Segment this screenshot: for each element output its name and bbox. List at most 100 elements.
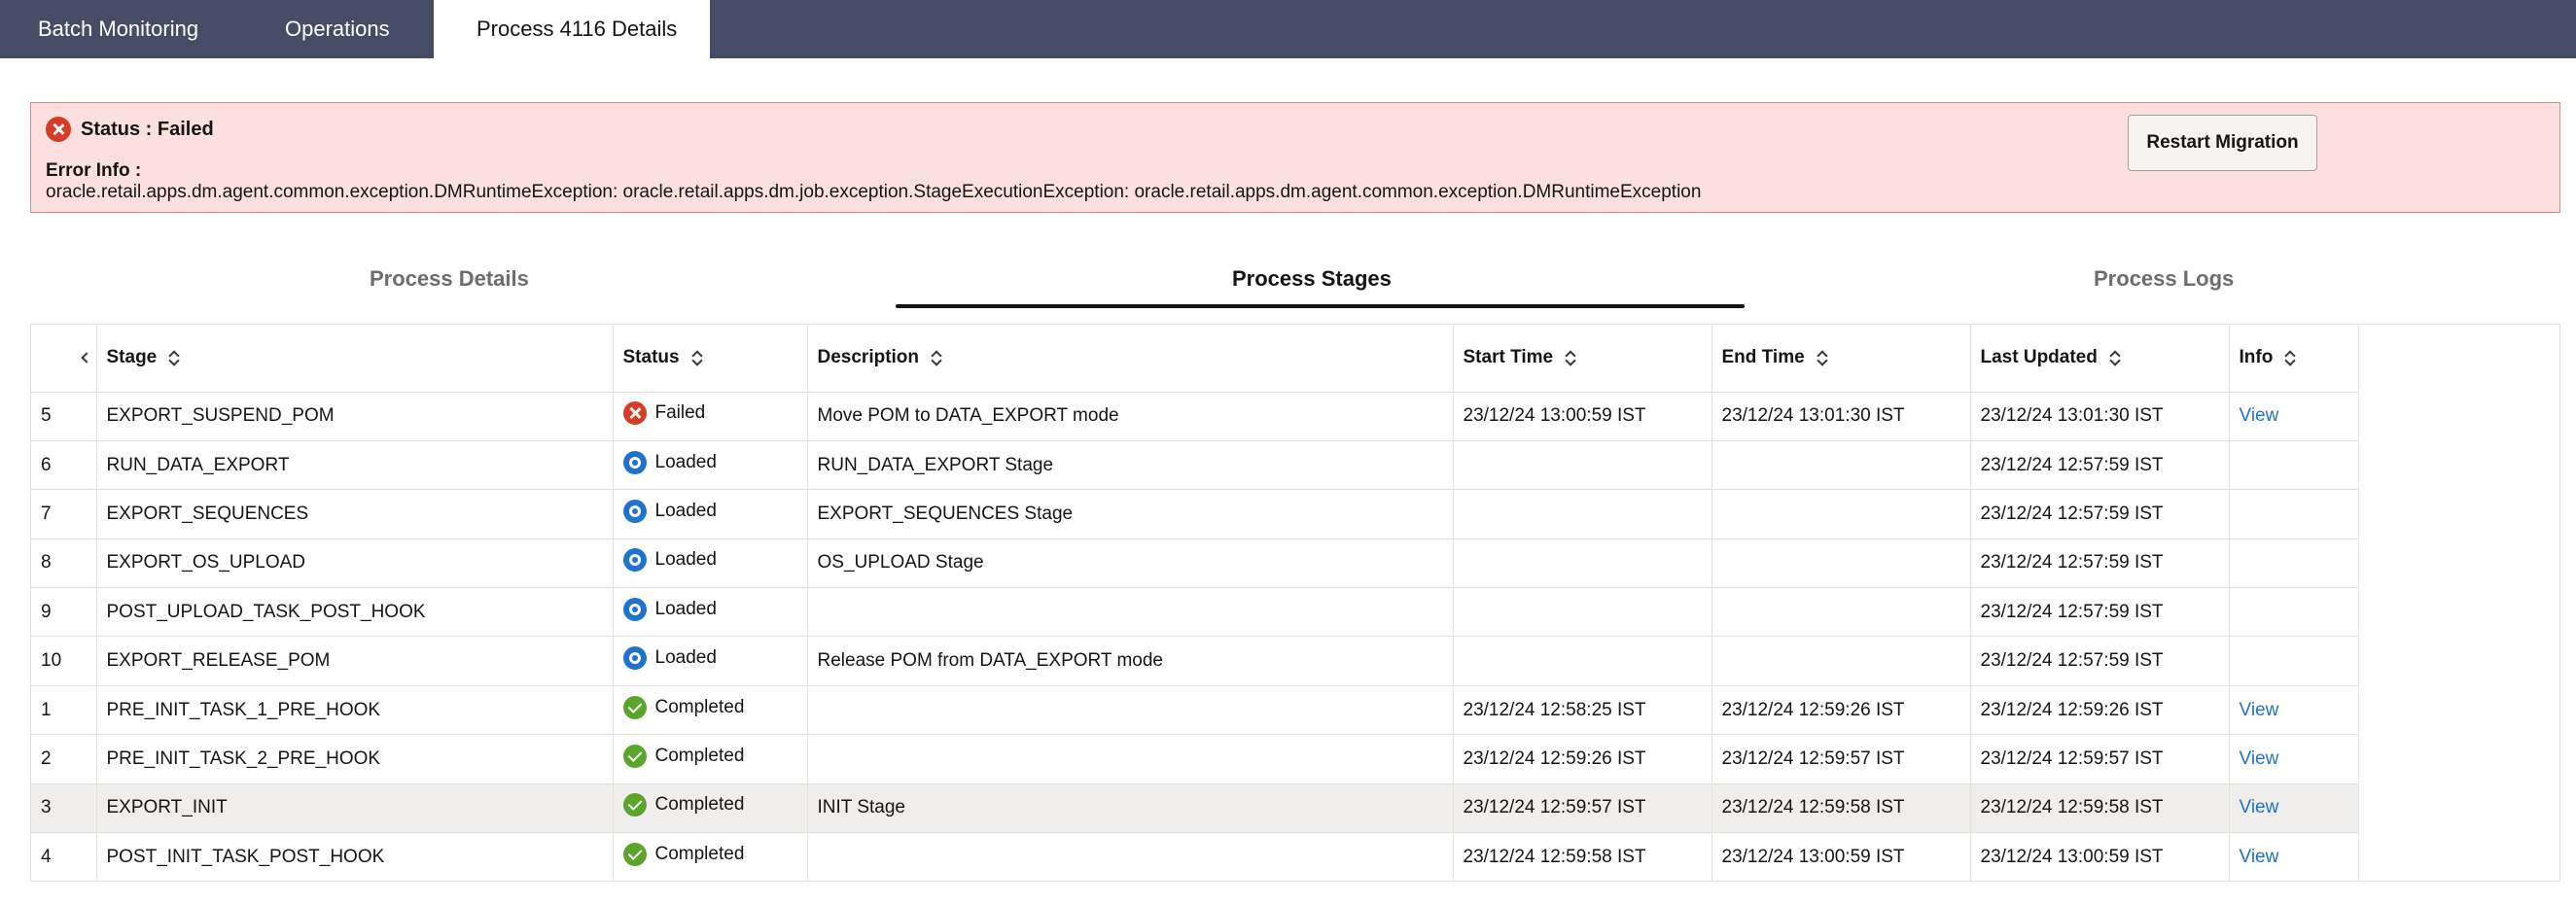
sort-icon xyxy=(80,350,91,365)
status-cell: Loaded xyxy=(613,440,808,491)
completed-status-icon xyxy=(622,842,647,866)
status-text: Completed xyxy=(654,794,745,816)
status-row: Status : Failed xyxy=(46,117,214,142)
description: RUN_DATA_EXPORT Stage xyxy=(807,440,1454,491)
row-number: 10 xyxy=(31,636,97,686)
sort-icon xyxy=(2109,350,2121,365)
stage-name: RUN_DATA_EXPORT xyxy=(96,440,614,491)
loaded-status-icon xyxy=(622,548,647,573)
error-banner: Status : Failed Error Info : oracle.reta… xyxy=(30,102,2560,213)
active-tab-indicator xyxy=(896,304,1745,308)
view-link[interactable]: View xyxy=(2240,748,2279,769)
failed-status-icon xyxy=(622,401,647,426)
error-info-label: Error Info : xyxy=(46,160,142,181)
description: OS_UPLOAD Stage xyxy=(807,539,1454,589)
table-row[interactable]: 2 PRE_INIT_TASK_2_PRE_HOOK Completed 23/12/… xyxy=(31,734,2359,784)
description xyxy=(807,832,1454,883)
table-row[interactable]: 10 EXPORT_RELEASE_POM Loaded Release POM fr… xyxy=(31,636,2359,686)
table-row[interactable]: 4 POST_INIT_TASK_POST_HOOK Completed 23/12/… xyxy=(31,832,2359,883)
view-link[interactable]: View xyxy=(2240,797,2279,817)
start-time xyxy=(1453,636,1712,686)
loaded-status-icon xyxy=(622,646,647,671)
completed-status-icon xyxy=(622,695,647,719)
tab-process-details[interactable]: Process 4116 Details xyxy=(434,0,710,58)
header-info[interactable]: Info xyxy=(2229,325,2359,393)
last-updated: 23/12/24 12:57:59 IST xyxy=(1970,489,2230,539)
table-row[interactable]: 7 EXPORT_SEQUENCES Loaded EXPORT_SEQUENCES … xyxy=(31,489,2359,539)
row-number: 3 xyxy=(31,783,97,834)
start-time: 23/12/24 12:58:25 IST xyxy=(1453,685,1712,736)
info-cell xyxy=(2229,636,2359,686)
loaded-status-icon xyxy=(622,499,647,523)
start-time: 23/12/24 12:59:57 IST xyxy=(1453,783,1712,834)
view-link[interactable]: View xyxy=(2240,847,2279,867)
start-time xyxy=(1453,539,1712,589)
start-time: 23/12/24 13:00:59 IST xyxy=(1453,392,1712,441)
tab-operations[interactable]: Operations xyxy=(243,0,434,58)
view-link[interactable]: View xyxy=(2240,700,2279,720)
info-cell: View xyxy=(2229,734,2359,784)
status-text: Completed xyxy=(654,843,745,864)
info-cell xyxy=(2229,587,2359,638)
row-number: 6 xyxy=(31,440,97,491)
status-text: Completed xyxy=(654,745,745,766)
subtab-process-stages[interactable]: Process Stages xyxy=(1232,266,1392,292)
sort-icon xyxy=(168,350,180,365)
header-start-time[interactable]: Start Time xyxy=(1453,325,1712,393)
stages-table: Stage Status Description Start Time End … xyxy=(31,325,2359,883)
sort-icon xyxy=(1817,350,1828,365)
table-row[interactable]: 1 PRE_INIT_TASK_1_PRE_HOOK Completed 23/12/… xyxy=(31,685,2359,736)
status-text: Loaded xyxy=(654,598,717,619)
info-cell xyxy=(2229,440,2359,491)
last-updated: 23/12/24 13:01:30 IST xyxy=(1970,392,2230,441)
top-tab-bar: Batch Monitoring Operations Process 4116… xyxy=(0,0,2576,58)
loaded-status-icon xyxy=(622,597,647,621)
last-updated: 23/12/24 13:00:59 IST xyxy=(1970,832,2230,883)
loaded-status-icon xyxy=(622,450,647,474)
status-cell: Loaded xyxy=(613,489,808,539)
stage-name: EXPORT_OS_UPLOAD xyxy=(96,539,614,589)
row-number: 9 xyxy=(31,587,97,638)
end-time xyxy=(1711,489,1971,539)
view-link[interactable]: View xyxy=(2240,405,2279,426)
header-stage[interactable]: Stage xyxy=(96,325,614,393)
status-cell: Completed xyxy=(613,734,808,784)
header-number[interactable] xyxy=(31,325,97,393)
stage-name: POST_UPLOAD_TASK_POST_HOOK xyxy=(96,587,614,638)
start-time: 23/12/24 12:59:58 IST xyxy=(1453,832,1712,883)
completed-status-icon xyxy=(622,793,647,817)
table-row[interactable]: 6 RUN_DATA_EXPORT Loaded RUN_DATA_EXPORT St… xyxy=(31,440,2359,491)
info-cell xyxy=(2229,489,2359,539)
table-row[interactable]: 5 EXPORT_SUSPEND_POM Failed Move POM to DAT… xyxy=(31,392,2359,441)
row-number: 1 xyxy=(31,685,97,736)
status-text: Loaded xyxy=(654,549,717,571)
header-description[interactable]: Description xyxy=(807,325,1454,393)
header-last-updated[interactable]: Last Updated xyxy=(1970,325,2230,393)
sort-icon xyxy=(2284,350,2296,365)
subtab-process-logs[interactable]: Process Logs xyxy=(2094,266,2234,292)
status-cell: Completed xyxy=(613,685,808,736)
header-status[interactable]: Status xyxy=(613,325,808,393)
start-time xyxy=(1453,489,1712,539)
info-cell: View xyxy=(2229,685,2359,736)
row-number: 8 xyxy=(31,539,97,589)
restart-migration-button[interactable]: Restart Migration xyxy=(2128,115,2317,171)
tab-batch-monitoring[interactable]: Batch Monitoring xyxy=(0,0,243,58)
header-end-time[interactable]: End Time xyxy=(1711,325,1971,393)
subtab-process-details[interactable]: Process Details xyxy=(370,266,529,292)
description xyxy=(807,587,1454,638)
description xyxy=(807,685,1454,736)
end-time xyxy=(1711,587,1971,638)
start-time xyxy=(1453,440,1712,491)
row-number: 4 xyxy=(31,832,97,883)
description xyxy=(807,734,1454,784)
last-updated: 23/12/24 12:59:26 IST xyxy=(1970,685,2230,736)
row-number: 2 xyxy=(31,734,97,784)
table-row[interactable]: 9 POST_UPLOAD_TASK_POST_HOOK Loaded 23/12/2… xyxy=(31,587,2359,638)
table-row[interactable]: 3 EXPORT_INIT Completed INIT Stage 23/12/24 … xyxy=(31,783,2359,834)
table-row[interactable]: 8 EXPORT_OS_UPLOAD Loaded OS_UPLOAD Stage 23… xyxy=(31,539,2359,589)
completed-status-icon xyxy=(622,744,647,768)
stage-name: POST_INIT_TASK_POST_HOOK xyxy=(96,832,614,883)
error-message: oracle.retail.apps.dm.agent.common.excep… xyxy=(46,182,1702,202)
stage-name: EXPORT_SUSPEND_POM xyxy=(96,392,614,441)
